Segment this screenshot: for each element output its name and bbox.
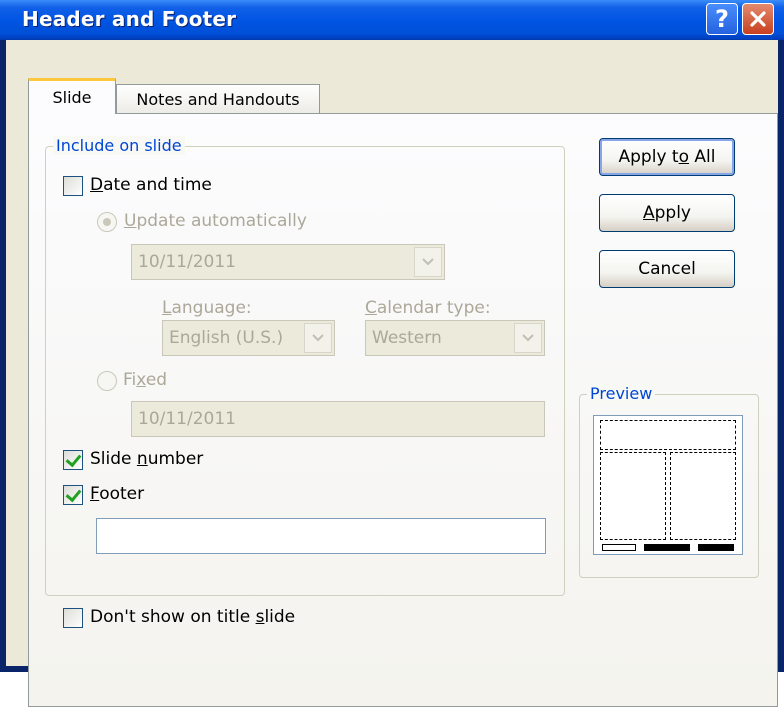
tab-slide[interactable]: Slide (28, 78, 116, 114)
fixed-date-field[interactable]: 10/11/2011 (131, 401, 545, 437)
title-bar[interactable]: Header and Footer ? (0, 0, 784, 40)
tab-notes-and-handouts[interactable]: Notes and Handouts (116, 84, 320, 114)
preview-right-content-placeholder (670, 452, 736, 540)
close-icon (750, 11, 766, 27)
language-label: Language: (162, 298, 252, 318)
slide-preview-thumbnail (593, 415, 743, 555)
language-dropdown[interactable]: English (U.S.) (162, 320, 335, 356)
chevron-down-icon[interactable] (304, 323, 332, 353)
close-button[interactable] (742, 3, 774, 35)
footer-checkbox[interactable] (63, 485, 83, 505)
dialog-body: Slide Notes and Handouts Include on slid… (6, 40, 778, 707)
slide-number-label[interactable]: Slide number (90, 449, 203, 469)
footer-text-input[interactable] (96, 518, 546, 554)
apply-to-all-label: Apply to All (618, 147, 716, 167)
dont-show-on-title-slide-checkbox[interactable] (63, 608, 83, 628)
cancel-label: Cancel (638, 259, 696, 279)
dialog-title: Header and Footer (22, 7, 237, 31)
chevron-down-icon[interactable] (414, 247, 442, 277)
help-button[interactable]: ? (706, 3, 738, 35)
preview-label: Preview (587, 384, 656, 403)
update-automatically-label: Update automatically (124, 211, 307, 231)
tab-notes-label: Notes and Handouts (136, 90, 300, 109)
cancel-button[interactable]: Cancel (599, 250, 735, 288)
apply-button[interactable]: Apply (599, 194, 735, 232)
include-on-slide-label: Include on slide (53, 136, 185, 155)
date-time-checkbox[interactable] (63, 176, 83, 196)
tab-slide-label: Slide (52, 88, 92, 107)
language-value: English (U.S.) (169, 328, 284, 348)
date-time-label[interactable]: Date and time (90, 175, 212, 195)
fixed-label: Fixed (123, 370, 168, 390)
preview-footer-area (644, 544, 690, 551)
preview-slide-number-area (698, 544, 734, 551)
calendar-type-dropdown[interactable]: Western (365, 320, 545, 356)
dialog-window: Header and Footer ? Slide Notes and Hand… (0, 0, 784, 707)
apply-label: Apply (642, 203, 691, 223)
tab-page-slide: Include on slide Date and time Update au… (28, 113, 778, 707)
apply-to-all-button[interactable]: Apply to All (599, 138, 735, 176)
slide-number-checkbox[interactable] (63, 450, 83, 470)
help-icon: ? (715, 5, 729, 33)
date-format-dropdown[interactable]: 10/11/2011 (131, 244, 445, 280)
preview-title-placeholder (600, 420, 736, 450)
preview-date-area (602, 544, 636, 551)
chevron-down-icon[interactable] (514, 323, 542, 353)
update-automatically-radio[interactable] (97, 212, 117, 232)
date-format-value: 10/11/2011 (138, 252, 236, 272)
footer-label[interactable]: Footer (90, 484, 144, 504)
fixed-date-value: 10/11/2011 (138, 409, 236, 429)
calendar-type-label: Calendar type: (365, 298, 491, 318)
calendar-type-value: Western (372, 328, 442, 348)
fixed-radio[interactable] (97, 371, 117, 391)
preview-left-content-placeholder (600, 452, 666, 540)
dont-show-on-title-slide-label[interactable]: Don't show on title slide (90, 607, 295, 627)
